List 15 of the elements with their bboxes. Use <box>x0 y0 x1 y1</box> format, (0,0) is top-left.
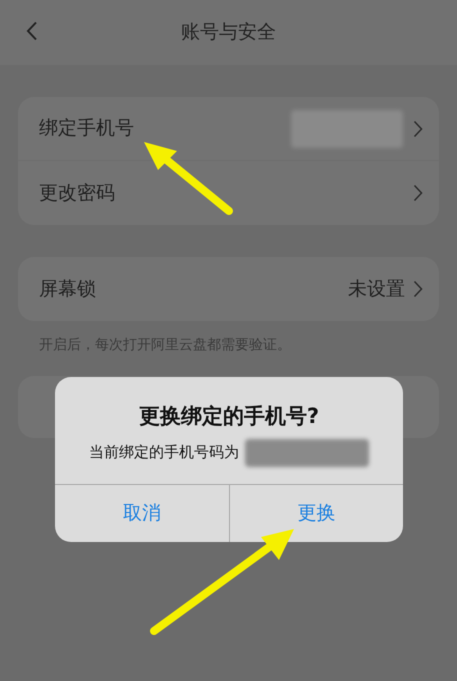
settings-row[interactable]: 屏幕锁 未设置 <box>18 257 439 321</box>
chevron-right-icon <box>413 280 423 298</box>
dialog-button[interactable]: 取消 <box>55 484 228 542</box>
chevron-right-icon <box>413 184 423 202</box>
page-title: 账号与安全 <box>181 20 276 46</box>
settings-row[interactable]: 更改密码 <box>18 161 439 225</box>
row-label: 更改密码 <box>39 180 115 206</box>
chevron-right-icon <box>413 120 423 138</box>
back-icon[interactable] <box>26 21 38 41</box>
dialog-title: 更换绑定的手机号? <box>138 403 320 430</box>
settings-row[interactable]: 绑定手机号 <box>18 97 439 161</box>
row-label: 屏幕锁 <box>39 276 96 302</box>
row-label: 绑定手机号 <box>39 116 134 142</box>
dialog-message: 当前绑定的手机号码为 <box>89 442 239 464</box>
row-value: 未设置 <box>348 276 405 302</box>
